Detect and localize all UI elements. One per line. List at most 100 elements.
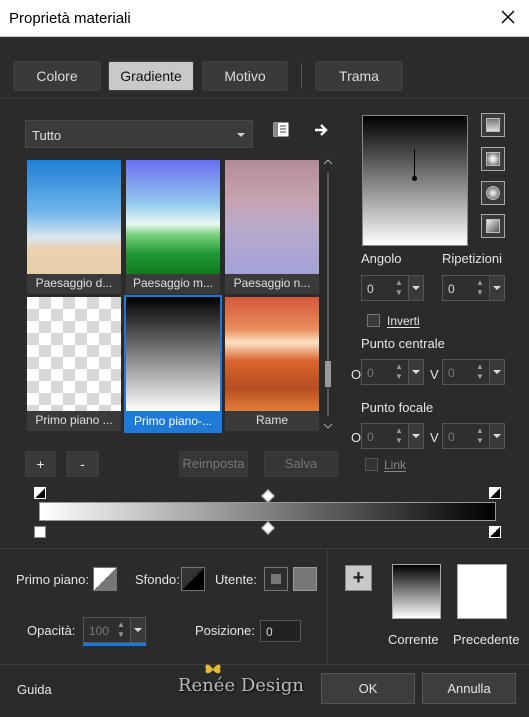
repeats-label: Ripetizioni [442,251,502,266]
position-value: 0 [266,625,273,639]
swatch-scrollbar[interactable] [322,158,334,430]
tab-trama[interactable]: Trama [315,61,403,91]
focal-o-value: 0 [367,430,374,444]
invert-checkbox[interactable] [367,314,380,327]
current-material-swatch[interactable] [392,564,441,619]
save-button[interactable]: Salva [264,451,338,477]
chevron-down-icon[interactable] [408,276,423,300]
swatch-primo-piano-trasparente[interactable]: Primo piano ... [27,297,121,431]
opacity-slider-bar[interactable] [83,643,146,646]
reset-button[interactable]: Reimposta [179,451,248,477]
swatch-primo-piano-sfondo[interactable]: Primo piano-... [124,295,222,433]
gradient-direction-handle[interactable] [412,176,417,181]
tab-colore[interactable]: Colore [13,61,101,91]
color-midpoint-marker[interactable] [260,520,276,536]
opacity-value: 100 [89,624,110,638]
chevron-down-icon[interactable] [489,360,504,384]
repeats-value: 0 [448,282,455,296]
link-label: Link [384,458,407,472]
opacity-input[interactable]: 100 ▲ ▼ [83,617,146,643]
foreground-label: Primo piano: [16,572,89,587]
library-manager-icon[interactable] [272,122,290,138]
scroll-up-icon[interactable] [323,158,333,166]
focal-v-input[interactable]: 0 ▲ ▼ [442,423,505,449]
angle-value: 0 [367,282,374,296]
position-input[interactable]: 0 [260,620,301,642]
spin-arrows-icon[interactable]: ▲ ▼ [473,278,487,298]
scroll-thumb[interactable] [325,361,331,387]
rectangular-gradient-style-button[interactable] [481,147,505,171]
gradient-preview[interactable] [362,115,468,246]
center-v-input[interactable]: 0 ▲ ▼ [442,359,505,385]
add-gradient-button[interactable]: + [25,451,56,477]
foreground-swatch[interactable] [93,567,117,591]
chevron-down-icon[interactable] [130,618,145,642]
swatch-thumbnail [126,160,220,274]
tab-gradiente[interactable]: Gradiente [108,61,194,91]
chevron-down-icon[interactable] [489,424,504,448]
opacity-midpoint-marker[interactable] [260,488,276,504]
opacity-label: Opacità: [27,623,76,638]
spin-arrows-icon[interactable]: ▲ ▼ [392,426,406,446]
help-link[interactable]: Guida [17,682,52,697]
divider [0,98,529,99]
sunburst-gradient-style-button[interactable] [481,214,505,238]
repeats-input[interactable]: 0 ▲ ▼ [442,275,505,301]
center-o-input[interactable]: 0 ▲ ▼ [361,359,424,385]
arrow-right-icon[interactable] [314,123,330,137]
previous-label: Precedente [453,632,520,647]
radial-gradient-style-button[interactable] [481,181,505,205]
background-swatch[interactable] [181,567,205,591]
user-color-swatch[interactable] [293,567,317,591]
focal-o-input[interactable]: 0 ▲ ▼ [361,423,424,449]
angle-input[interactable]: 0 ▲ ▼ [361,275,424,301]
butterfly-icon [205,664,221,674]
tab-motivo[interactable]: Motivo [202,61,288,91]
add-swatch-icon[interactable]: + [345,565,372,591]
cancel-button[interactable]: Annulla [422,673,516,704]
swatch-paesaggio-montagna[interactable]: Paesaggio m... [126,160,220,294]
spin-arrows-icon[interactable]: ▲ ▼ [392,278,406,298]
swatch-thumbnail [27,160,121,274]
chevron-down-icon[interactable] [489,276,504,300]
user-swatch[interactable] [264,567,288,591]
previous-material-swatch[interactable] [457,564,507,619]
center-v-value: 0 [448,366,455,380]
spin-arrows-icon[interactable]: ▲ ▼ [473,426,487,446]
swatch-label: Paesaggio m... [132,276,214,290]
opacity-stop-right[interactable] [489,487,501,499]
swatch-thumbnail [225,160,319,274]
user-label: Utente: [215,572,257,587]
linear-style-icon [486,118,500,132]
chevron-down-icon[interactable] [408,424,423,448]
swatch-paesaggio-deserto[interactable]: Paesaggio d... [27,160,121,294]
spin-arrows-icon[interactable]: ▲ ▼ [114,620,128,640]
library-dropdown[interactable]: Tutto [25,120,253,148]
spin-arrows-icon[interactable]: ▲ ▼ [392,362,406,382]
center-v-label: V [430,367,439,382]
center-o-label: O [351,367,362,382]
opacity-stop-left[interactable] [34,487,46,499]
watermark-text: Renée Design [178,675,305,696]
swatch-paesaggio-notte[interactable]: Paesaggio n... [225,160,319,294]
background-label: Sfondo: [135,572,180,587]
chevron-down-icon [237,133,245,137]
scroll-down-icon[interactable] [323,422,333,430]
remove-gradient-button[interactable]: - [66,451,99,477]
sunburst-style-icon [486,219,500,233]
window-title: Proprietà materiali [9,10,131,27]
divider [0,548,529,549]
swatch-rame[interactable]: Rame [225,297,319,431]
chevron-down-icon[interactable] [408,360,423,384]
color-stop-left[interactable] [34,526,46,538]
current-label: Corrente [388,632,439,647]
color-stop-right[interactable] [489,526,501,538]
close-icon[interactable] [497,6,519,28]
gradient-editor-bar[interactable] [39,502,496,521]
invert-label: Inverti [387,314,420,328]
link-checkbox[interactable] [365,458,378,471]
linear-gradient-style-button[interactable] [481,113,505,137]
ok-button[interactable]: OK [321,673,415,704]
swatch-label: Primo piano-... [126,411,220,431]
spin-arrows-icon[interactable]: ▲ ▼ [473,362,487,382]
